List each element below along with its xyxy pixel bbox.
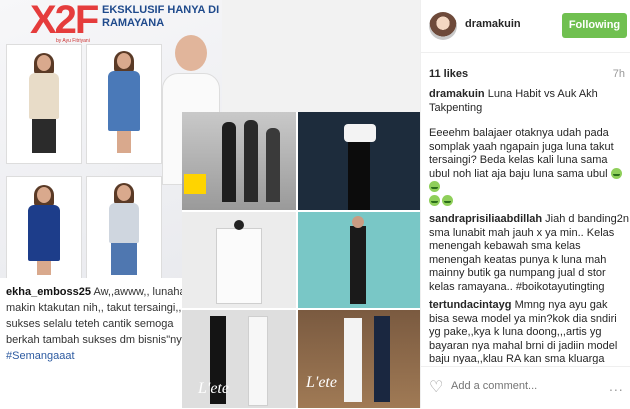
post-stats: 11 likes 7h bbox=[429, 68, 625, 80]
overlay-comment-line: makin ktakutan nih,, takut tersaingi,, bbox=[6, 302, 182, 314]
emoji-icon bbox=[429, 181, 440, 192]
flyer-title: EKSKLUSIF HANYA DI RAMAYANA bbox=[102, 4, 220, 29]
fashion-collage: L'ete L'ete bbox=[182, 112, 420, 408]
overlay-comment-line: sukses selalu teteh cantik semoga bbox=[6, 318, 174, 330]
following-button[interactable]: Following bbox=[562, 13, 627, 38]
collage-label: L'ete bbox=[306, 374, 337, 391]
collage-photo bbox=[182, 112, 296, 210]
overlay-comment-line: berkah tambah sukses dm bisnis"nya bbox=[6, 334, 188, 346]
overlay-comment: ekha_emboss25 Aw,,awww,, lunahabit makin… bbox=[0, 278, 200, 408]
product-tile bbox=[6, 176, 82, 280]
collage-photo: L'ete bbox=[182, 310, 296, 408]
post-sidebar: dramakuin Following 11 likes 7h dramakui… bbox=[420, 0, 630, 408]
collage-photo: L'ete bbox=[298, 310, 420, 408]
heart-icon[interactable]: ♡ bbox=[429, 377, 443, 397]
product-tile bbox=[86, 44, 162, 164]
comment-user[interactable]: sandraprisiliaabdillah bbox=[429, 213, 542, 225]
emoji-icon bbox=[610, 167, 622, 179]
flyer-logo: X2F bbox=[30, 0, 99, 42]
comment: sandraprisiliaabdillah Jiah d banding2n … bbox=[429, 213, 629, 294]
add-comment-input[interactable] bbox=[451, 380, 591, 392]
avatar[interactable] bbox=[429, 12, 457, 40]
overlay-comment-hashtag: #Semangaaat bbox=[6, 350, 75, 362]
comment-user[interactable]: dramakuin bbox=[429, 88, 485, 100]
emoji-icon bbox=[429, 194, 440, 206]
comment: Eeeehm balajaer otaknya udah pada sompla… bbox=[429, 127, 629, 208]
post-username[interactable]: dramakuin bbox=[465, 18, 521, 30]
collage-photo bbox=[182, 212, 296, 308]
emoji-icon bbox=[442, 194, 453, 206]
likes-count[interactable]: 11 likes bbox=[429, 68, 468, 80]
post-age[interactable]: 7h bbox=[613, 68, 625, 80]
product-tile bbox=[86, 176, 162, 280]
comment-footer: ♡ ... bbox=[421, 366, 630, 409]
overlay-comment-user: ekha_emboss25 bbox=[6, 286, 91, 298]
comment-user[interactable]: tertundacintayg bbox=[429, 299, 512, 311]
post-header: dramakuin Following bbox=[421, 0, 630, 53]
product-tile bbox=[6, 44, 82, 164]
comment: tertundacintayg Mmng nya ayu gak bisa se… bbox=[429, 299, 629, 364]
comments-list: dramakuin Luna Habit vs Auk Akh Takpenti… bbox=[429, 88, 629, 364]
collage-photo bbox=[298, 112, 420, 210]
post-image[interactable]: X2F by Ayu Fitriyani EKSKLUSIF HANYA DI … bbox=[0, 0, 420, 408]
comment-text: Eeeehm balajaer otaknya udah pada sompla… bbox=[429, 127, 614, 180]
collage-label: L'ete bbox=[198, 380, 229, 397]
more-options-icon[interactable]: ... bbox=[609, 378, 624, 394]
collage-photo bbox=[298, 212, 420, 308]
comment: dramakuin Luna Habit vs Auk Akh Takpenti… bbox=[429, 88, 629, 115]
